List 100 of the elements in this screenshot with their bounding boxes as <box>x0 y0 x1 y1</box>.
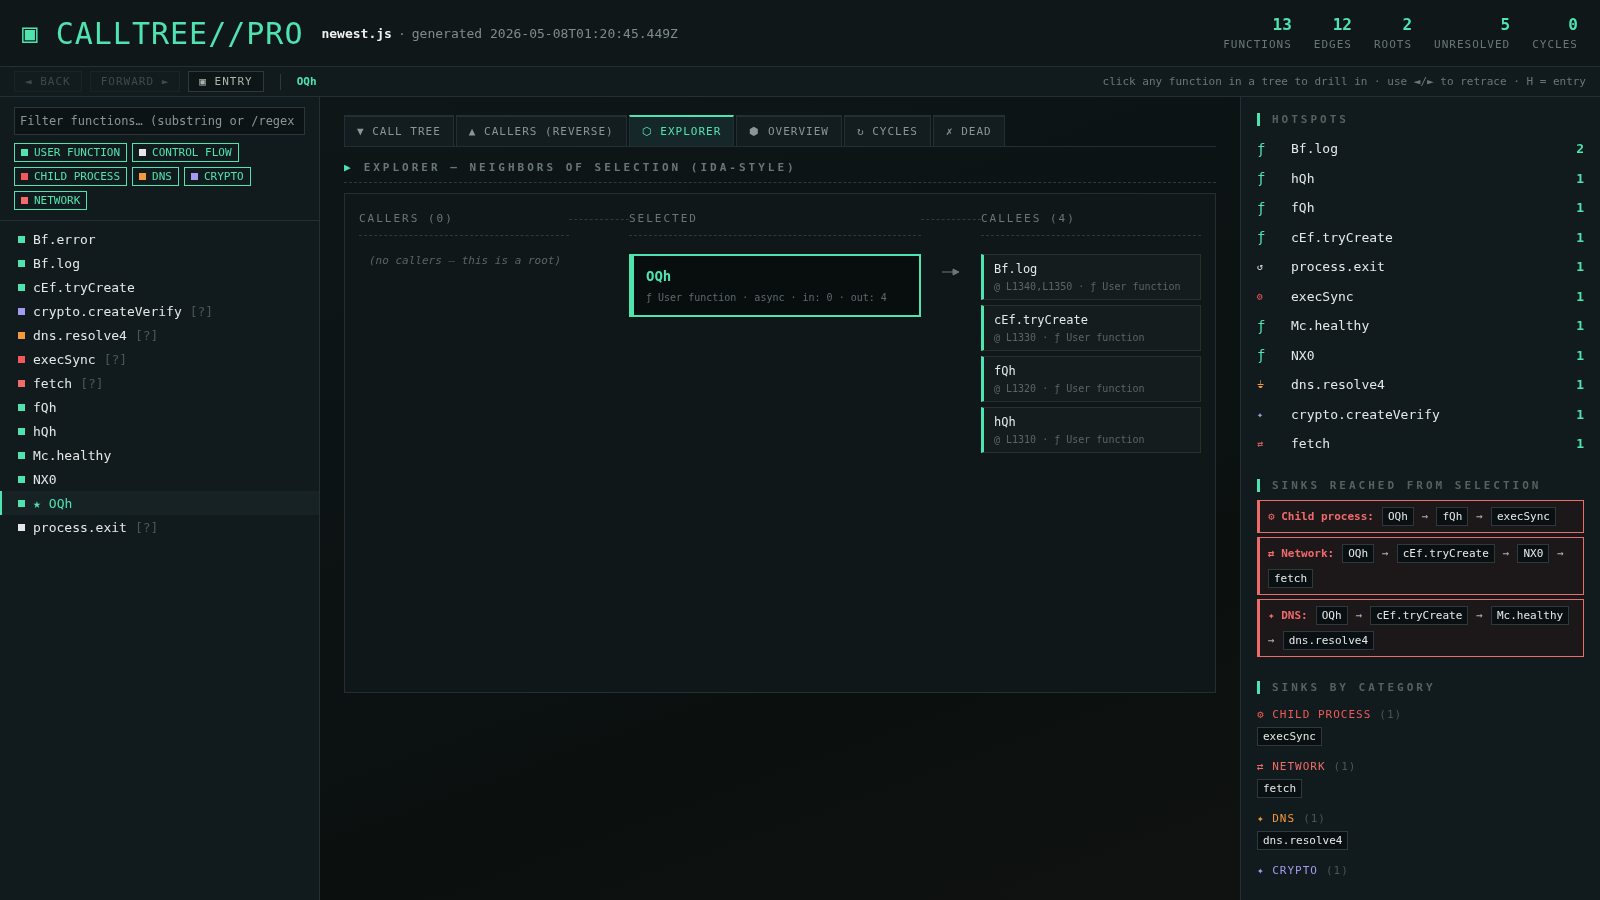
legend-chip[interactable]: NETWORK <box>14 191 88 210</box>
legend-chip[interactable]: CRYPTO <box>183 167 251 186</box>
color-square-icon <box>21 173 28 180</box>
callee-card[interactable]: fQh @ L1320 · ƒ User function <box>981 356 1201 402</box>
stat-label: UNRESOLVED <box>1434 38 1511 51</box>
function-name: fetch <box>33 375 73 391</box>
legend-chip[interactable]: CHILD PROCESS <box>14 167 128 186</box>
color-square-icon <box>21 149 28 156</box>
path-node[interactable]: dns.resolve4 <box>1282 630 1375 650</box>
view-tab[interactable]: ⬢ OVERVIEW <box>736 115 842 146</box>
path-node[interactable]: cEf.tryCreate <box>1396 543 1495 563</box>
legend-chip[interactable]: USER FUNCTION <box>14 143 128 162</box>
callee-card[interactable]: Bf.log @ L1340,L1350 · ƒ User function <box>981 254 1201 300</box>
hotspot-row[interactable]: ƒ cEf.tryCreate 1 <box>1257 222 1584 252</box>
function-name: NX0 <box>1291 347 1316 363</box>
kind-glyph: ƒ <box>1257 229 1267 246</box>
path-node[interactable]: Mc.healthy <box>1490 605 1570 625</box>
function-chip[interactable]: dns.resolve4 <box>1257 830 1349 850</box>
hotspot-row[interactable]: ↺ process.exit 1 <box>1257 252 1584 282</box>
function-name: Bf.log <box>33 255 80 271</box>
count: (1) <box>1326 863 1349 877</box>
function-item[interactable]: process.exit [?] <box>0 515 319 539</box>
path-node[interactable]: OQh <box>1315 605 1348 625</box>
function-item[interactable]: hQh <box>0 419 319 443</box>
hotspot-row[interactable]: ƒ hQh 1 <box>1257 163 1584 193</box>
unresolved-tag: [?] <box>80 375 104 391</box>
function-meta: ƒ User function · async · in: 0 · out: 4 <box>646 292 888 303</box>
view-tab[interactable]: ↻ CYCLES <box>843 115 931 146</box>
color-square-icon <box>18 283 25 291</box>
function-name: execSync <box>33 351 96 367</box>
path-node[interactable]: OQh <box>1381 506 1414 526</box>
function-item[interactable]: execSync [?] <box>0 347 319 371</box>
count: 1 <box>1576 347 1584 363</box>
color-square-icon <box>18 427 25 435</box>
function-item[interactable]: Bf.log <box>0 251 319 275</box>
kind-glyph: ✦ <box>1257 408 1265 420</box>
callee-card[interactable]: hQh @ L1310 · ƒ User function <box>981 407 1201 453</box>
sink-label: ✦ DNS: <box>1268 608 1308 622</box>
legend-chip[interactable]: CONTROL FLOW <box>132 143 239 162</box>
path-node[interactable]: fetch <box>1268 568 1314 588</box>
filter-field[interactable]: Filter functions… (substring or /regex <box>14 107 305 135</box>
function-meta: @ L1330 · ƒ User function <box>994 332 1146 343</box>
hotspot-row[interactable]: ⇄ fetch 1 <box>1257 429 1584 459</box>
unresolved-tag: [?] <box>103 351 128 367</box>
function-item[interactable]: Mc.healthy <box>0 443 319 467</box>
function-name: fQh <box>33 399 57 415</box>
view-tab[interactable]: ✗ DEAD <box>932 115 1005 146</box>
count: 1 <box>1576 170 1584 186</box>
hotspot-row[interactable]: ✦ crypto.createVerify 1 <box>1257 399 1584 429</box>
hotspot-row[interactable]: ⏚ dns.resolve4 1 <box>1257 370 1584 400</box>
function-item[interactable]: Bf.error <box>0 227 319 251</box>
arrow-glyph: → <box>1476 608 1483 622</box>
function-chip[interactable]: execSync <box>1257 726 1322 746</box>
color-square-icon <box>18 475 25 483</box>
arrow-icon <box>942 268 960 276</box>
path-node[interactable]: execSync <box>1490 506 1556 526</box>
function-meta: @ L1310 · ƒ User function <box>994 434 1146 445</box>
function-name: execSync <box>1291 288 1355 304</box>
path-node[interactable]: fQh <box>1436 506 1469 526</box>
view-tab[interactable]: ▼ CALL TREE <box>344 115 454 146</box>
breadcrumb[interactable]: OQh <box>296 75 317 88</box>
legend-chip[interactable]: DNS <box>132 167 179 186</box>
count: 1 <box>1576 288 1584 304</box>
hotspot-row[interactable]: ƒ Bf.log 2 <box>1257 134 1584 164</box>
hotspot-row[interactable]: ƒ Mc.healthy 1 <box>1257 311 1584 341</box>
kind-glyph: ⇄ <box>1257 438 1265 450</box>
function-name: crypto.createVerify <box>1291 406 1441 422</box>
stat-value: 0 <box>1568 15 1578 34</box>
function-item[interactable]: NX0 <box>0 467 319 491</box>
path-node[interactable]: cEf.tryCreate <box>1370 605 1469 625</box>
separator-dot: · <box>397 25 406 41</box>
color-square-icon <box>18 235 25 243</box>
function-item[interactable]: dns.resolve4 [?] <box>0 323 319 347</box>
hotspot-row[interactable]: ⚙ execSync 1 <box>1257 281 1584 311</box>
path-node[interactable]: NX0 <box>1517 543 1550 563</box>
column-title: SELECTED <box>629 212 921 236</box>
function-chip[interactable]: fetch <box>1257 778 1303 798</box>
function-item[interactable]: fQh <box>0 395 319 419</box>
kind-glyph: ƒ <box>1257 347 1267 364</box>
function-name: hQh <box>994 415 1017 429</box>
column-title: CALLERS (0) <box>359 212 569 236</box>
column-title: CALLEES (4) <box>981 212 1201 236</box>
view-tab[interactable]: ▲ CALLERS (REVERSE) <box>455 115 627 146</box>
nav-button[interactable]: ▣ ENTRY <box>188 71 264 92</box>
function-name: OQh <box>646 268 673 284</box>
app-title: CALLTREE//PRO <box>55 15 304 51</box>
function-name: Mc.healthy <box>33 447 112 463</box>
function-item[interactable]: crypto.createVerify [?] <box>0 299 319 323</box>
function-item[interactable]: fetch [?] <box>0 371 319 395</box>
path-node[interactable]: OQh <box>1342 543 1375 563</box>
hotspot-row[interactable]: ƒ NX0 1 <box>1257 340 1584 370</box>
callee-card[interactable]: cEf.tryCreate @ L1330 · ƒ User function <box>981 305 1201 351</box>
function-item[interactable]: ★ OQh <box>0 491 319 515</box>
kind-glyph: ⏚ <box>1257 378 1265 391</box>
hotspot-row[interactable]: ƒ fQh 1 <box>1257 193 1584 223</box>
star-glyph: ★ <box>33 495 41 511</box>
view-tab[interactable]: ⬡ EXPLORER <box>628 115 735 146</box>
function-name: hQh <box>33 423 57 439</box>
function-item[interactable]: cEf.tryCreate <box>0 275 319 299</box>
color-square-icon <box>18 307 25 315</box>
